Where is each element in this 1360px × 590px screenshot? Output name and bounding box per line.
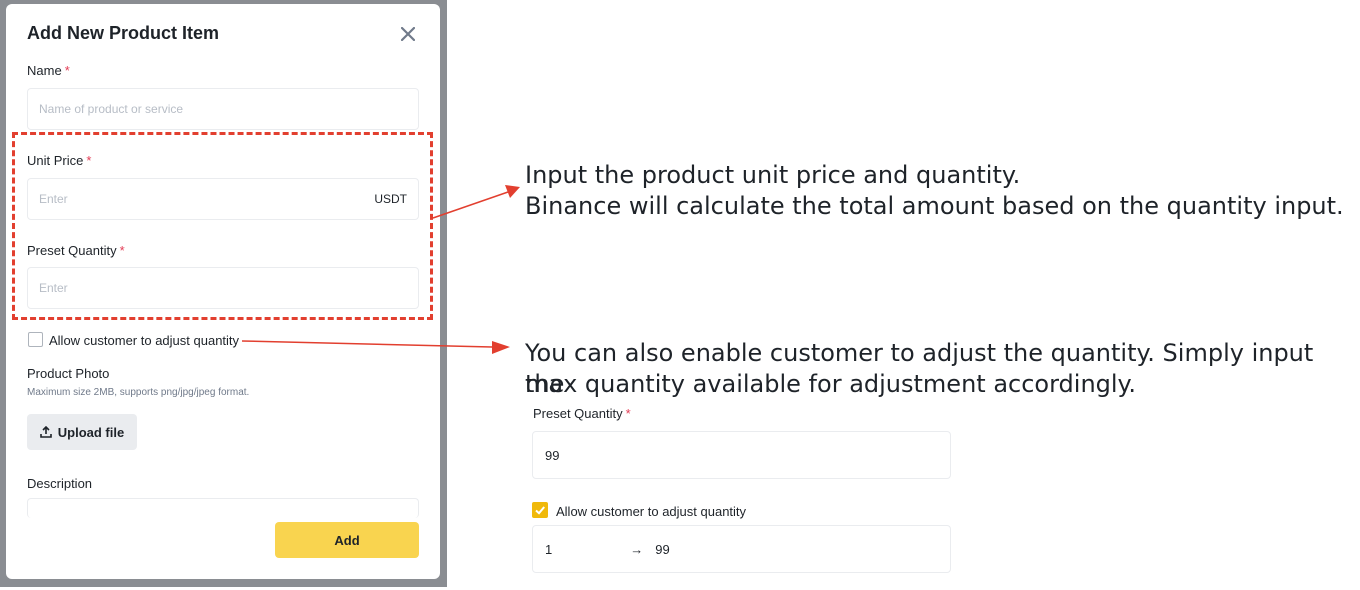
example-allow-adjust-checkbox[interactable] — [532, 502, 548, 518]
preset-quantity-label: Preset Quantity * — [27, 243, 125, 258]
name-label: Name * — [27, 63, 70, 78]
range-max-value: 99 — [655, 541, 670, 557]
currency-suffix: USDT — [374, 192, 407, 206]
preset-quantity-placeholder: Enter — [39, 281, 68, 295]
unit-price-label: Unit Price * — [27, 153, 92, 168]
add-product-modal: Add New Product Item Name * Name of produ… — [6, 4, 440, 579]
adjust-callout-line2: max quantity available for adjustment ac… — [525, 370, 1136, 398]
example-quantity-range-input[interactable]: 1 → 99 — [532, 525, 951, 573]
price-callout-line1: Input the product unit price and quantit… — [525, 161, 1021, 189]
upload-icon — [39, 426, 52, 438]
description-input[interactable] — [27, 498, 419, 518]
modal-title: Add New Product Item — [27, 23, 220, 43]
price-callout-line2: Binance will calculate the total amount … — [525, 192, 1344, 220]
example-preset-quantity-value: 99 — [545, 447, 560, 463]
unit-price-placeholder: Enter — [39, 192, 68, 206]
allow-adjust-label: Allow customer to adjust quantity — [49, 333, 240, 348]
range-min-value: 1 — [545, 541, 553, 557]
close-icon — [401, 27, 415, 41]
description-label: Description — [27, 476, 93, 491]
example-preset-quantity-label: Preset Quantity * — [533, 406, 631, 421]
close-button[interactable] — [397, 23, 419, 45]
checkmark-icon — [535, 506, 545, 515]
upload-file-button[interactable]: Upload file — [27, 414, 137, 450]
upload-label: Upload file — [57, 424, 125, 440]
range-arrow-icon: → — [630, 541, 644, 557]
example-preset-quantity-input[interactable]: 99 — [532, 431, 951, 479]
add-button[interactable]: Add — [275, 522, 419, 558]
preset-quantity-input[interactable]: Enter — [27, 267, 419, 309]
unit-price-input[interactable]: Enter USDT — [27, 178, 419, 220]
product-photo-label: Product Photo — [27, 366, 110, 381]
name-placeholder: Name of product or service — [39, 102, 184, 116]
product-photo-hint: Maximum size 2MB, supports png/jpg/jpeg … — [27, 387, 250, 398]
allow-adjust-checkbox[interactable] — [28, 332, 43, 347]
example-allow-adjust-label: Allow customer to adjust quantity — [556, 504, 747, 519]
name-input[interactable]: Name of product or service — [27, 88, 419, 130]
